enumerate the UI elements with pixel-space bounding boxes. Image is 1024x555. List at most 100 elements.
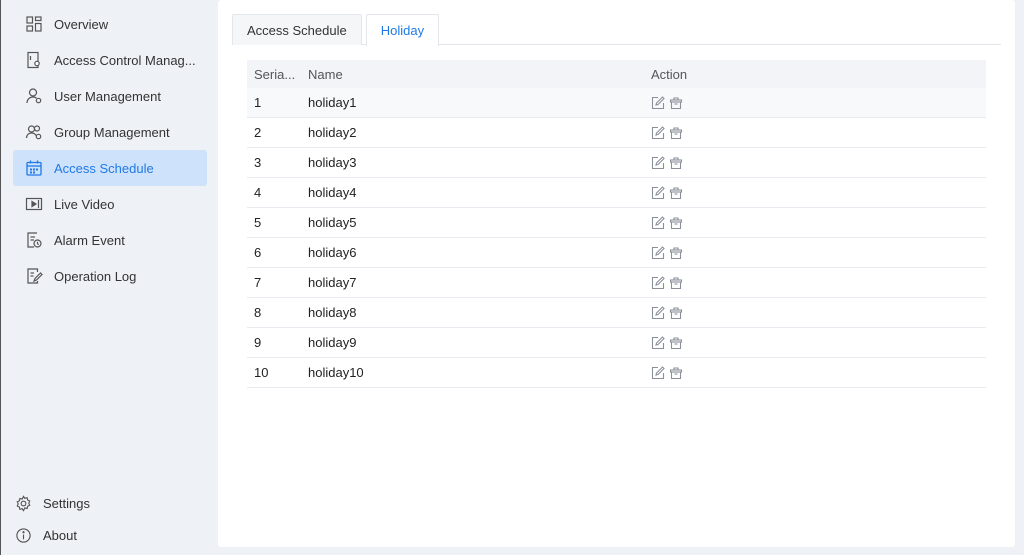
sidebar-item-label: Operation Log xyxy=(54,268,137,284)
cell-name: holiday8 xyxy=(308,305,357,320)
delete-icon[interactable] xyxy=(669,96,683,110)
sidebar-item-user-management[interactable]: User Management xyxy=(13,78,207,114)
delete-icon[interactable] xyxy=(669,216,683,230)
sidebar-bottom: Settings About xyxy=(1,487,217,551)
cell-serial: 9 xyxy=(254,335,262,350)
cell-action xyxy=(644,275,986,290)
overview-icon xyxy=(25,15,43,33)
cell-name: holiday4 xyxy=(308,185,357,200)
column-header-action: Action xyxy=(651,66,688,82)
edit-icon[interactable] xyxy=(651,335,665,350)
cell-serial: 6 xyxy=(254,245,262,260)
sidebar-nav: Overview Access Control Manag... User Ma… xyxy=(13,6,207,294)
edit-icon[interactable] xyxy=(651,185,665,200)
alarm-event-icon xyxy=(25,231,43,249)
sidebar-item-live-video[interactable]: Live Video xyxy=(13,186,207,222)
cell-action xyxy=(644,245,986,260)
sidebar-item-label: Access Control Manag... xyxy=(54,52,196,68)
cell-serial: 4 xyxy=(254,185,262,200)
cell-serial: 1 xyxy=(254,95,262,110)
column-header-serial[interactable]: Seria... xyxy=(247,67,301,82)
sidebar-item-label: Overview xyxy=(54,16,109,32)
holiday-table: Seria... Name Action 1 holiday1 2 holiday2 3… xyxy=(247,60,986,388)
delete-icon[interactable] xyxy=(669,306,683,320)
sidebar-item-group-management[interactable]: Group Management xyxy=(13,114,207,150)
cell-action xyxy=(644,215,986,230)
log-icon xyxy=(25,267,43,285)
sidebar-item-access-control[interactable]: Access Control Manag... xyxy=(13,42,207,78)
sidebar-item-label: Alarm Event xyxy=(54,232,125,248)
table-body: 1 holiday1 2 holiday2 3 holiday3 4 holiday4 5 hol… xyxy=(247,88,986,388)
cell-name: holiday1 xyxy=(308,95,357,110)
sidebar: Overview Access Control Manag... User Ma… xyxy=(0,0,216,555)
sidebar-item-operation-log[interactable]: Operation Log xyxy=(13,258,207,294)
delete-icon[interactable] xyxy=(669,186,683,200)
edit-icon[interactable] xyxy=(651,95,665,110)
tab-bar: Access Schedule Holiday xyxy=(232,14,1001,46)
sidebar-item-label: About xyxy=(43,527,77,543)
sidebar-item-about[interactable]: About xyxy=(1,519,217,551)
cell-action xyxy=(644,335,986,350)
cell-name: holiday5 xyxy=(308,215,357,230)
delete-icon[interactable] xyxy=(669,366,683,380)
table-row[interactable]: 6 holiday6 xyxy=(247,238,986,268)
sidebar-item-label: Access Schedule xyxy=(54,160,154,176)
delete-icon[interactable] xyxy=(669,336,683,350)
user-icon xyxy=(25,87,43,105)
cell-serial: 10 xyxy=(254,365,269,380)
calendar-icon xyxy=(25,159,43,177)
sidebar-item-overview[interactable]: Overview xyxy=(13,6,207,42)
cell-name: holiday6 xyxy=(308,245,357,260)
edit-icon[interactable] xyxy=(651,275,665,290)
gear-icon xyxy=(14,494,32,512)
main-panel: Access Schedule Holiday Seria... Name Ac… xyxy=(218,0,1015,547)
sidebar-item-label: User Management xyxy=(54,88,161,104)
cell-name: holiday10 xyxy=(308,365,364,380)
cell-serial: 2 xyxy=(254,125,262,140)
cell-name: holiday2 xyxy=(308,125,357,140)
table-row[interactable]: 10 holiday10 xyxy=(247,358,986,388)
edit-icon[interactable] xyxy=(651,305,665,320)
delete-icon[interactable] xyxy=(669,276,683,290)
sidebar-item-alarm-event[interactable]: Alarm Event xyxy=(13,222,207,258)
column-header-name[interactable]: Name xyxy=(301,67,644,82)
cell-serial: 5 xyxy=(254,215,262,230)
group-icon xyxy=(25,123,43,141)
table-row[interactable]: 9 holiday9 xyxy=(247,328,986,358)
sidebar-item-label: Group Management xyxy=(54,124,170,140)
edit-icon[interactable] xyxy=(651,125,665,140)
cell-action xyxy=(644,185,986,200)
table-row[interactable]: 2 holiday2 xyxy=(247,118,986,148)
cell-action xyxy=(644,305,986,320)
access-control-icon xyxy=(25,51,43,69)
delete-icon[interactable] xyxy=(669,126,683,140)
delete-icon[interactable] xyxy=(669,246,683,260)
cell-action xyxy=(644,365,986,380)
table-row[interactable]: 3 holiday3 xyxy=(247,148,986,178)
table-row[interactable]: 1 holiday1 xyxy=(247,88,986,118)
edit-icon[interactable] xyxy=(651,215,665,230)
tab-access-schedule[interactable]: Access Schedule xyxy=(232,14,362,45)
cell-serial: 7 xyxy=(254,275,262,290)
cell-serial: 8 xyxy=(254,305,262,320)
sidebar-item-label: Live Video xyxy=(54,196,115,212)
cell-name: holiday3 xyxy=(308,155,357,170)
edit-icon[interactable] xyxy=(651,245,665,260)
delete-icon[interactable] xyxy=(669,156,683,170)
sidebar-item-label: Settings xyxy=(43,495,90,511)
edit-icon[interactable] xyxy=(651,365,665,380)
cell-action xyxy=(644,125,986,140)
sidebar-item-access-schedule[interactable]: Access Schedule xyxy=(13,150,207,186)
table-row[interactable]: 5 holiday5 xyxy=(247,208,986,238)
cell-name: holiday7 xyxy=(308,275,357,290)
table-header: Seria... Name Action xyxy=(247,60,986,88)
cell-name: holiday9 xyxy=(308,335,357,350)
cell-action xyxy=(644,95,986,110)
sidebar-item-settings[interactable]: Settings xyxy=(1,487,217,519)
edit-icon[interactable] xyxy=(651,155,665,170)
table-row[interactable]: 4 holiday4 xyxy=(247,178,986,208)
cell-action xyxy=(644,155,986,170)
tab-holiday[interactable]: Holiday xyxy=(365,14,440,46)
table-row[interactable]: 7 holiday7 xyxy=(247,268,986,298)
table-row[interactable]: 8 holiday8 xyxy=(247,298,986,328)
